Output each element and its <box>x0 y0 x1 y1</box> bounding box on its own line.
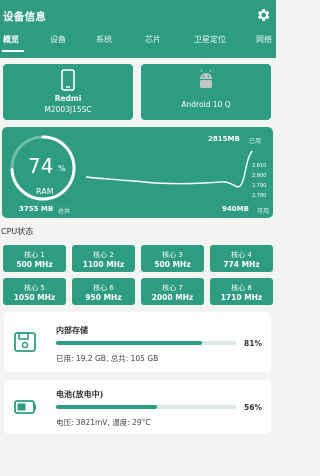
ram-total: 3755 MB <box>19 205 54 213</box>
cpu-core-freq: 1710 MHz <box>220 293 263 302</box>
cpu-core-name: 核心 7 <box>162 284 183 292</box>
tab-network[interactable]: 网络 <box>256 34 272 45</box>
android-version: Android 10 Q <box>181 100 231 109</box>
battery-progress-fill <box>56 405 157 409</box>
app-header: 设备信息 概览 设备 系统 芯片 卫星定位 网络 <box>0 0 276 58</box>
cpu-core-freq: 1050 MHz <box>13 293 56 302</box>
storage-icon <box>14 332 36 352</box>
cpu-core-card: 核心 4 774 MHz <box>210 245 273 272</box>
cpu-core-card: 核心 6 950 MHz <box>72 278 135 305</box>
ram-free-label: 可用 <box>257 208 270 215</box>
os-card[interactable]: Android 10 Q <box>141 64 271 120</box>
ram-used-label: 已用 <box>249 138 262 145</box>
gear-icon[interactable] <box>255 7 271 23</box>
app-title: 设备信息 <box>3 11 47 23</box>
cpu-core-name: 核心 1 <box>24 251 45 259</box>
tab-system[interactable]: 系统 <box>96 34 112 45</box>
device-model: M2003J15SC <box>44 105 92 114</box>
device-card[interactable]: Redmi M2003J15SC <box>3 64 133 120</box>
cpu-core-name: 核心 6 <box>93 284 114 292</box>
cpu-core-name: 核心 3 <box>162 251 183 259</box>
cpu-core-name: 核心 4 <box>231 251 252 259</box>
battery-card[interactable]: 电池(放电中) 56% 电压: 3821mV, 温度: 29°C <box>4 380 271 434</box>
cpu-core-freq: 950 MHz <box>85 293 122 302</box>
cpu-core-card: 核心 2 1100 MHz <box>72 245 135 272</box>
ram-tick-3: 2,790 <box>252 183 266 189</box>
battery-detail: 电压: 3821mV, 温度: 29°C <box>56 418 151 427</box>
ram-free: 940MB <box>222 205 249 213</box>
tab-gnss[interactable]: 卫星定位 <box>194 34 226 45</box>
storage-detail: 已用: 19.2 GB, 总共: 105 GB <box>56 354 159 363</box>
cpu-core-name: 核心 8 <box>231 284 252 292</box>
cpu-core-card: 核心 5 1050 MHz <box>3 278 66 305</box>
phone-icon <box>61 69 75 91</box>
battery-percent: 56% <box>244 403 262 412</box>
cpu-core-name: 核心 5 <box>24 284 45 292</box>
storage-percent: 81% <box>244 339 262 348</box>
tab-indicator <box>2 50 24 52</box>
cpu-core-freq: 500 MHz <box>16 260 53 269</box>
cpu-core-freq: 774 MHz <box>223 260 260 269</box>
ram-label: RAM <box>36 187 54 196</box>
cpu-core-card: 核心 7 2000 MHz <box>141 278 204 305</box>
ram-history-chart: 2,810 2,800 2,790 2,780 <box>85 150 266 199</box>
cpu-core-freq: 2000 MHz <box>151 293 194 302</box>
tab-overview[interactable]: 概览 <box>3 34 19 45</box>
tab-chip[interactable]: 芯片 <box>145 34 161 45</box>
android-icon <box>200 69 212 88</box>
device-brand: Redmi <box>54 94 82 103</box>
cpu-core-card: 核心 3 500 MHz <box>141 245 204 272</box>
battery-progress <box>56 405 236 409</box>
battery-icon <box>14 400 36 414</box>
ram-percent-sign: % <box>58 164 66 173</box>
ram-used: 2815MB <box>208 135 240 143</box>
ram-percent: 74 <box>28 154 54 178</box>
battery-title: 电池(放电中) <box>56 390 104 399</box>
ram-card: 74 % RAM 3755 MB 总共 2815MB 已用 940MB 可用 2… <box>2 127 273 218</box>
tab-device[interactable]: 设备 <box>50 34 66 45</box>
cpu-core-card: 核心 1 500 MHz <box>3 245 66 272</box>
cpu-section-title: CPU状态 <box>1 227 34 236</box>
tab-bar: 概览 设备 系统 芯片 卫星定位 网络 <box>0 34 276 54</box>
ram-tick-4: 2,780 <box>252 193 266 199</box>
ram-total-label: 总共 <box>58 208 71 215</box>
storage-progress <box>56 341 236 345</box>
storage-card[interactable]: 内部存储 81% 已用: 19.2 GB, 总共: 105 GB <box>4 312 271 372</box>
cpu-core-name: 核心 2 <box>93 251 114 259</box>
ram-tick-1: 2,810 <box>252 163 266 169</box>
cpu-core-card: 核心 8 1710 MHz <box>210 278 273 305</box>
ram-tick-2: 2,800 <box>252 173 266 179</box>
cpu-core-freq: 500 MHz <box>154 260 191 269</box>
cpu-core-freq: 1100 MHz <box>82 260 125 269</box>
storage-title: 内部存储 <box>56 326 88 335</box>
storage-progress-fill <box>56 341 202 345</box>
